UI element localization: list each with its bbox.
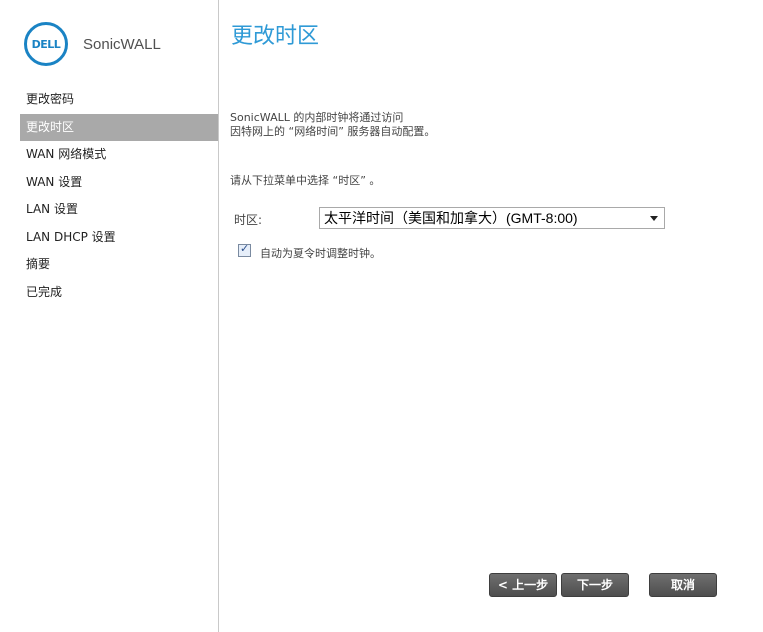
- instruction-text: 请从下拉菜单中选择 “时区” 。: [230, 174, 381, 187]
- previous-button[interactable]: < 上一步: [489, 573, 557, 597]
- sidebar-item-wan-settings[interactable]: WAN 设置: [20, 169, 218, 197]
- sidebar-item-change-timezone[interactable]: 更改时区: [20, 113, 218, 141]
- chevron-down-icon: [650, 216, 658, 221]
- dell-logo-icon: DELL: [24, 22, 68, 66]
- timezone-select[interactable]: 太平洋时间（美国和加拿大）(GMT-8:00): [319, 207, 665, 229]
- sidebar-item-lan-dhcp-settings[interactable]: LAN DHCP 设置: [20, 224, 218, 252]
- sidebar-item-completed[interactable]: 已完成: [20, 279, 218, 307]
- next-button[interactable]: 下一步: [561, 573, 629, 597]
- timezone-label: 时区:: [234, 213, 263, 227]
- page-title: 更改时区: [231, 24, 320, 49]
- sidebar-nav: 更改密码 更改时区 WAN 网络模式 WAN 设置 LAN 设置 LAN DHC…: [20, 86, 218, 306]
- description-line-1: SonicWALL 的内部时钟将通过访问: [230, 111, 404, 124]
- timezone-select-value: 太平洋时间（美国和加拿大）(GMT-8:00): [324, 210, 578, 226]
- cancel-button[interactable]: 取消: [649, 573, 717, 597]
- sidebar-item-change-password[interactable]: 更改密码: [20, 86, 218, 114]
- dell-logo-text: DELL: [31, 38, 61, 51]
- description: SonicWALL 的内部时钟将通过访问 因特网上的 “网络时间” 服务器自动配…: [230, 111, 435, 139]
- brand-name: SonicWALL: [83, 36, 161, 53]
- dst-checkbox-label[interactable]: 自动为夏令时调整时钟。: [260, 245, 381, 261]
- description-line-2: 因特网上的 “网络时间” 服务器自动配置。: [230, 125, 436, 138]
- sidebar-item-summary[interactable]: 摘要: [20, 251, 218, 279]
- sidebar: DELL SonicWALL 更改密码 更改时区 WAN 网络模式 WAN 设置…: [0, 0, 219, 632]
- sidebar-item-wan-network-mode[interactable]: WAN 网络模式: [20, 141, 218, 169]
- checkmark-icon: ✓: [240, 242, 250, 255]
- sidebar-item-lan-settings[interactable]: LAN 设置: [20, 196, 218, 224]
- logo: DELL SonicWALL: [24, 22, 214, 72]
- dst-checkbox[interactable]: ✓: [238, 242, 251, 257]
